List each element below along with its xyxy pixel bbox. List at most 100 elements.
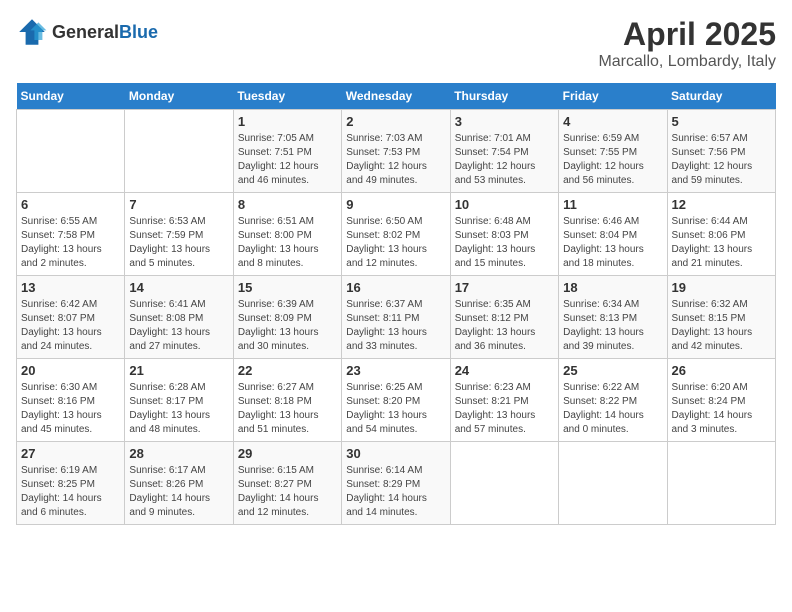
calendar-cell: 25Sunrise: 6:22 AM Sunset: 8:22 PM Dayli…: [559, 359, 667, 442]
calendar-cell: 16Sunrise: 6:37 AM Sunset: 8:11 PM Dayli…: [342, 276, 450, 359]
calendar-cell: 10Sunrise: 6:48 AM Sunset: 8:03 PM Dayli…: [450, 193, 558, 276]
calendar-week-row: 13 Sunrise: 6:42 AM Sunset: 8:07 PM Dayli…: [17, 276, 776, 359]
day-number: 8: [238, 197, 337, 212]
calendar-cell: 28 Sunrise: 6:17 AM Sunset: 8:26 PM Dayli…: [125, 442, 233, 525]
calendar-cell: 2 Sunrise: 7:03 AM Sunset: 7:53 PM Daylig…: [342, 110, 450, 193]
day-detail: Sunrise: 6:53 AM Sunset: 7:59 PM Dayligh…: [129, 215, 228, 271]
calendar-cell: 9 Sunrise: 6:50 AM Sunset: 8:02 PM Daylig…: [342, 193, 450, 276]
day-number: 24: [455, 363, 554, 378]
day-number: 13: [21, 280, 120, 295]
day-number: 1: [238, 114, 337, 129]
day-detail: Sunrise: 6:41 AM Sunset: 8:08 PM Dayligh…: [129, 298, 228, 354]
calendar-cell: 1 Sunrise: 7:05 AM Sunset: 7:51 PM Daylig…: [233, 110, 341, 193]
day-detail: Sunrise: 7:01 AM Sunset: 7:54 PM Dayligh…: [455, 132, 554, 188]
day-number: 5: [672, 114, 771, 129]
day-detail: Sunrise: 6:28 AM Sunset: 8:17 PM Dayligh…: [129, 381, 228, 437]
calendar-cell: 24 Sunrise: 6:23 AM Sunset: 8:21 PM Dayli…: [450, 359, 558, 442]
day-detail: Sunrise: 6:20 AM Sunset: 8:24 PM Dayligh…: [672, 381, 771, 437]
day-detail: Sunrise: 6:17 AM Sunset: 8:26 PM Dayligh…: [129, 464, 228, 520]
day-detail: Sunrise: 6:19 AM Sunset: 8:25 PM Dayligh…: [21, 464, 120, 520]
weekday-header-cell: Friday: [559, 83, 667, 110]
calendar-cell: 14Sunrise: 6:41 AM Sunset: 8:08 PM Dayli…: [125, 276, 233, 359]
logo: GeneralBlue: [16, 16, 158, 48]
day-detail: Sunrise: 6:14 AM Sunset: 8:29 PM Dayligh…: [346, 464, 445, 520]
weekday-header-cell: Wednesday: [342, 83, 450, 110]
day-number: 12: [672, 197, 771, 212]
day-detail: Sunrise: 6:39 AM Sunset: 8:09 PM Dayligh…: [238, 298, 337, 354]
calendar-week-row: 6 Sunrise: 6:55 AM Sunset: 7:58 PM Daylig…: [17, 193, 776, 276]
calendar-cell: 30 Sunrise: 6:14 AM Sunset: 8:29 PM Dayli…: [342, 442, 450, 525]
calendar-cell: 21 Sunrise: 6:28 AM Sunset: 8:17 PM Dayli…: [125, 359, 233, 442]
day-number: 3: [455, 114, 554, 129]
day-number: 27: [21, 446, 120, 461]
day-number: 23: [346, 363, 445, 378]
page-subtitle: Marcallo, Lombardy, Italy: [598, 53, 776, 71]
day-number: 16: [346, 280, 445, 295]
day-detail: Sunrise: 6:55 AM Sunset: 7:58 PM Dayligh…: [21, 215, 120, 271]
day-detail: Sunrise: 6:25 AM Sunset: 8:20 PM Dayligh…: [346, 381, 445, 437]
day-number: 9: [346, 197, 445, 212]
calendar-cell: [450, 442, 558, 525]
day-number: 20: [21, 363, 120, 378]
day-number: 19: [672, 280, 771, 295]
calendar-cell: [667, 442, 775, 525]
calendar-cell: 27 Sunrise: 6:19 AM Sunset: 8:25 PM Dayli…: [17, 442, 125, 525]
weekday-header-cell: Sunday: [17, 83, 125, 110]
calendar-week-row: 1 Sunrise: 7:05 AM Sunset: 7:51 PM Daylig…: [17, 110, 776, 193]
day-detail: Sunrise: 6:51 AM Sunset: 8:00 PM Dayligh…: [238, 215, 337, 271]
day-detail: Sunrise: 6:42 AM Sunset: 8:07 PM Dayligh…: [21, 298, 120, 354]
calendar-cell: 5 Sunrise: 6:57 AM Sunset: 7:56 PM Daylig…: [667, 110, 775, 193]
page-title: April 2025: [598, 16, 776, 53]
calendar-cell: 13 Sunrise: 6:42 AM Sunset: 8:07 PM Dayli…: [17, 276, 125, 359]
calendar-cell: [17, 110, 125, 193]
day-detail: Sunrise: 6:35 AM Sunset: 8:12 PM Dayligh…: [455, 298, 554, 354]
day-number: 29: [238, 446, 337, 461]
day-number: 2: [346, 114, 445, 129]
weekday-header-cell: Saturday: [667, 83, 775, 110]
calendar-cell: 6 Sunrise: 6:55 AM Sunset: 7:58 PM Daylig…: [17, 193, 125, 276]
calendar-cell: 7 Sunrise: 6:53 AM Sunset: 7:59 PM Daylig…: [125, 193, 233, 276]
day-number: 30: [346, 446, 445, 461]
day-number: 11: [563, 197, 662, 212]
header: GeneralBlue April 2025 Marcallo, Lombard…: [16, 16, 776, 71]
weekday-header-cell: Thursday: [450, 83, 558, 110]
weekday-header-cell: Monday: [125, 83, 233, 110]
day-number: 17: [455, 280, 554, 295]
calendar-cell: [125, 110, 233, 193]
day-detail: Sunrise: 6:50 AM Sunset: 8:02 PM Dayligh…: [346, 215, 445, 271]
calendar-week-row: 20 Sunrise: 6:30 AM Sunset: 8:16 PM Dayli…: [17, 359, 776, 442]
calendar-cell: 20 Sunrise: 6:30 AM Sunset: 8:16 PM Dayli…: [17, 359, 125, 442]
day-detail: Sunrise: 7:03 AM Sunset: 7:53 PM Dayligh…: [346, 132, 445, 188]
day-detail: Sunrise: 6:23 AM Sunset: 8:21 PM Dayligh…: [455, 381, 554, 437]
day-detail: Sunrise: 6:34 AM Sunset: 8:13 PM Dayligh…: [563, 298, 662, 354]
day-number: 6: [21, 197, 120, 212]
title-area: April 2025 Marcallo, Lombardy, Italy: [598, 16, 776, 71]
day-detail: Sunrise: 6:27 AM Sunset: 8:18 PM Dayligh…: [238, 381, 337, 437]
calendar-cell: [559, 442, 667, 525]
logo-text: GeneralBlue: [52, 23, 158, 42]
day-detail: Sunrise: 6:44 AM Sunset: 8:06 PM Dayligh…: [672, 215, 771, 271]
day-number: 28: [129, 446, 228, 461]
day-detail: Sunrise: 6:22 AM Sunset: 8:22 PM Dayligh…: [563, 381, 662, 437]
calendar-week-row: 27 Sunrise: 6:19 AM Sunset: 8:25 PM Dayli…: [17, 442, 776, 525]
logo-icon: [16, 16, 48, 48]
day-number: 18: [563, 280, 662, 295]
day-number: 26: [672, 363, 771, 378]
day-detail: Sunrise: 6:32 AM Sunset: 8:15 PM Dayligh…: [672, 298, 771, 354]
calendar-cell: 3 Sunrise: 7:01 AM Sunset: 7:54 PM Daylig…: [450, 110, 558, 193]
day-number: 21: [129, 363, 228, 378]
day-detail: Sunrise: 6:46 AM Sunset: 8:04 PM Dayligh…: [563, 215, 662, 271]
day-number: 7: [129, 197, 228, 212]
day-detail: Sunrise: 7:05 AM Sunset: 7:51 PM Dayligh…: [238, 132, 337, 188]
day-detail: Sunrise: 6:57 AM Sunset: 7:56 PM Dayligh…: [672, 132, 771, 188]
calendar-cell: 23 Sunrise: 6:25 AM Sunset: 8:20 PM Dayli…: [342, 359, 450, 442]
calendar-table: SundayMondayTuesdayWednesdayThursdayFrid…: [16, 83, 776, 525]
day-number: 22: [238, 363, 337, 378]
day-detail: Sunrise: 6:30 AM Sunset: 8:16 PM Dayligh…: [21, 381, 120, 437]
day-number: 4: [563, 114, 662, 129]
calendar-cell: 29 Sunrise: 6:15 AM Sunset: 8:27 PM Dayli…: [233, 442, 341, 525]
calendar-cell: 11 Sunrise: 6:46 AM Sunset: 8:04 PM Dayli…: [559, 193, 667, 276]
day-number: 10: [455, 197, 554, 212]
calendar-cell: 22 Sunrise: 6:27 AM Sunset: 8:18 PM Dayli…: [233, 359, 341, 442]
day-detail: Sunrise: 6:15 AM Sunset: 8:27 PM Dayligh…: [238, 464, 337, 520]
